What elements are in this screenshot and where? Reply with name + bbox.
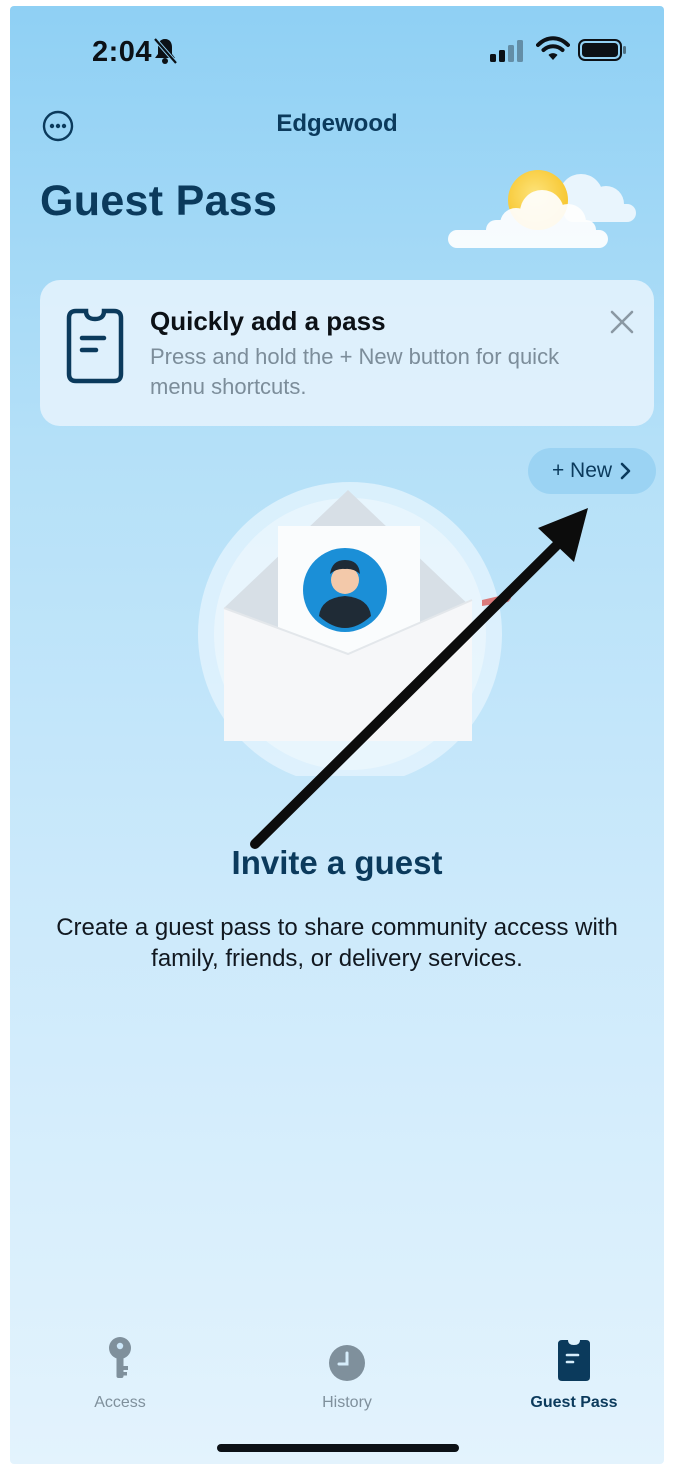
tab-guest-pass-label: Guest Pass <box>530 1394 618 1411</box>
tab-history[interactable]: History <box>267 1336 427 1412</box>
tab-bar: Access History Guest Pass <box>10 1336 664 1436</box>
tab-guest-pass[interactable]: Guest Pass <box>494 1336 654 1412</box>
empty-state-title: Invite a guest <box>231 844 443 881</box>
annotation-arrow <box>250 508 588 849</box>
tab-access-label: Access <box>94 1394 146 1411</box>
tab-access[interactable]: Access <box>40 1336 200 1412</box>
tab-history-label: History <box>322 1394 372 1411</box>
clock-icon <box>329 1345 365 1381</box>
empty-state-body: Create a guest pass to share community a… <box>56 914 618 972</box>
home-indicator[interactable] <box>217 1444 459 1452</box>
app-screen: 2:04 Edgewood Guest Pass Quickly add a p… <box>10 6 664 1464</box>
pass-icon <box>558 1340 590 1381</box>
key-icon <box>109 1337 131 1378</box>
